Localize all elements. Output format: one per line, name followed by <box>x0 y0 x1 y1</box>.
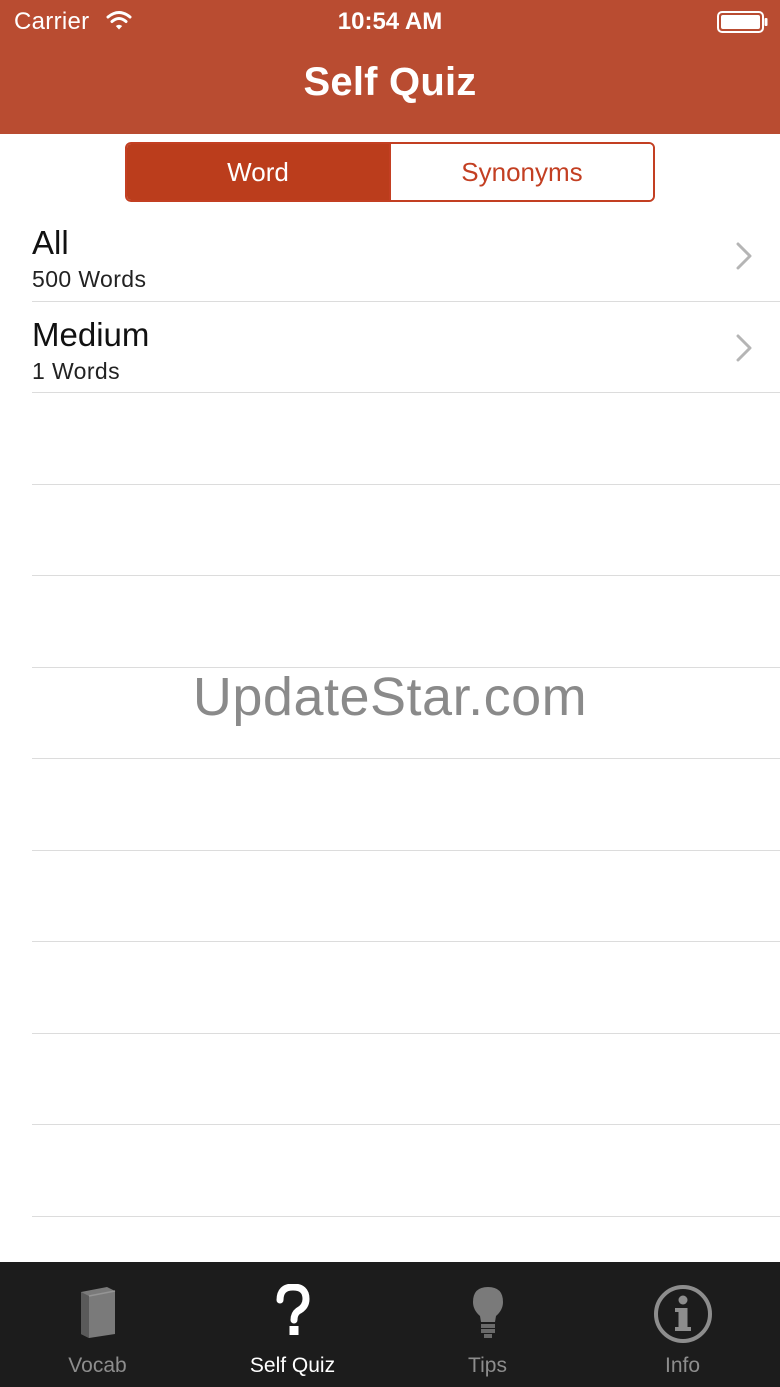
page-title: Self Quiz <box>303 60 477 104</box>
battery-icon <box>717 11 768 33</box>
empty-row <box>32 759 780 851</box>
list-item-subtitle: 1 Words <box>32 357 121 384</box>
tab-vocab[interactable]: Vocab <box>0 1262 195 1387</box>
empty-row <box>32 485 780 576</box>
segment-word[interactable]: Word <box>127 144 389 200</box>
watermark: UpdateStar.com <box>192 667 588 727</box>
tab-self-quiz[interactable]: Self Quiz <box>195 1262 390 1387</box>
chevron-right-icon <box>736 334 752 361</box>
tab-label: Info <box>664 1354 701 1377</box>
status-bar: Carrier 10:54 AM <box>0 0 780 44</box>
info-icon <box>653 1285 712 1343</box>
tab-bar: Vocab Self Quiz Tips Info <box>0 1262 780 1387</box>
empty-row <box>32 1125 780 1217</box>
tab-tips[interactable]: Tips <box>390 1262 585 1387</box>
empty-row <box>32 942 780 1034</box>
navigation-header: Carrier 10:54 AM Self Quiz <box>0 0 780 134</box>
status-time: 10:54 AM <box>337 8 443 35</box>
book-icon <box>80 1287 115 1338</box>
tab-label: Tips <box>468 1354 507 1377</box>
list-item-title: Medium <box>32 315 150 353</box>
list-item-all[interactable]: All 500 Words <box>32 210 780 302</box>
lightbulb-icon <box>472 1287 503 1338</box>
word-synonyms-segmented-control: Word Synonyms <box>125 142 655 202</box>
segment-synonyms[interactable]: Synonyms <box>389 144 653 200</box>
chevron-right-icon <box>736 242 752 270</box>
tab-label: Vocab <box>68 1354 127 1377</box>
question-mark-icon <box>276 1284 310 1335</box>
tab-label: Self Quiz <box>249 1354 336 1377</box>
empty-row <box>32 851 780 942</box>
tab-info[interactable]: Info <box>585 1262 780 1387</box>
empty-row <box>32 1034 780 1125</box>
list-item-subtitle: 500 Words <box>32 266 147 292</box>
empty-row <box>32 393 780 485</box>
empty-row <box>32 576 780 668</box>
list-item-title: All <box>32 224 69 261</box>
list-item-medium[interactable]: Medium 1 Words <box>32 302 780 393</box>
